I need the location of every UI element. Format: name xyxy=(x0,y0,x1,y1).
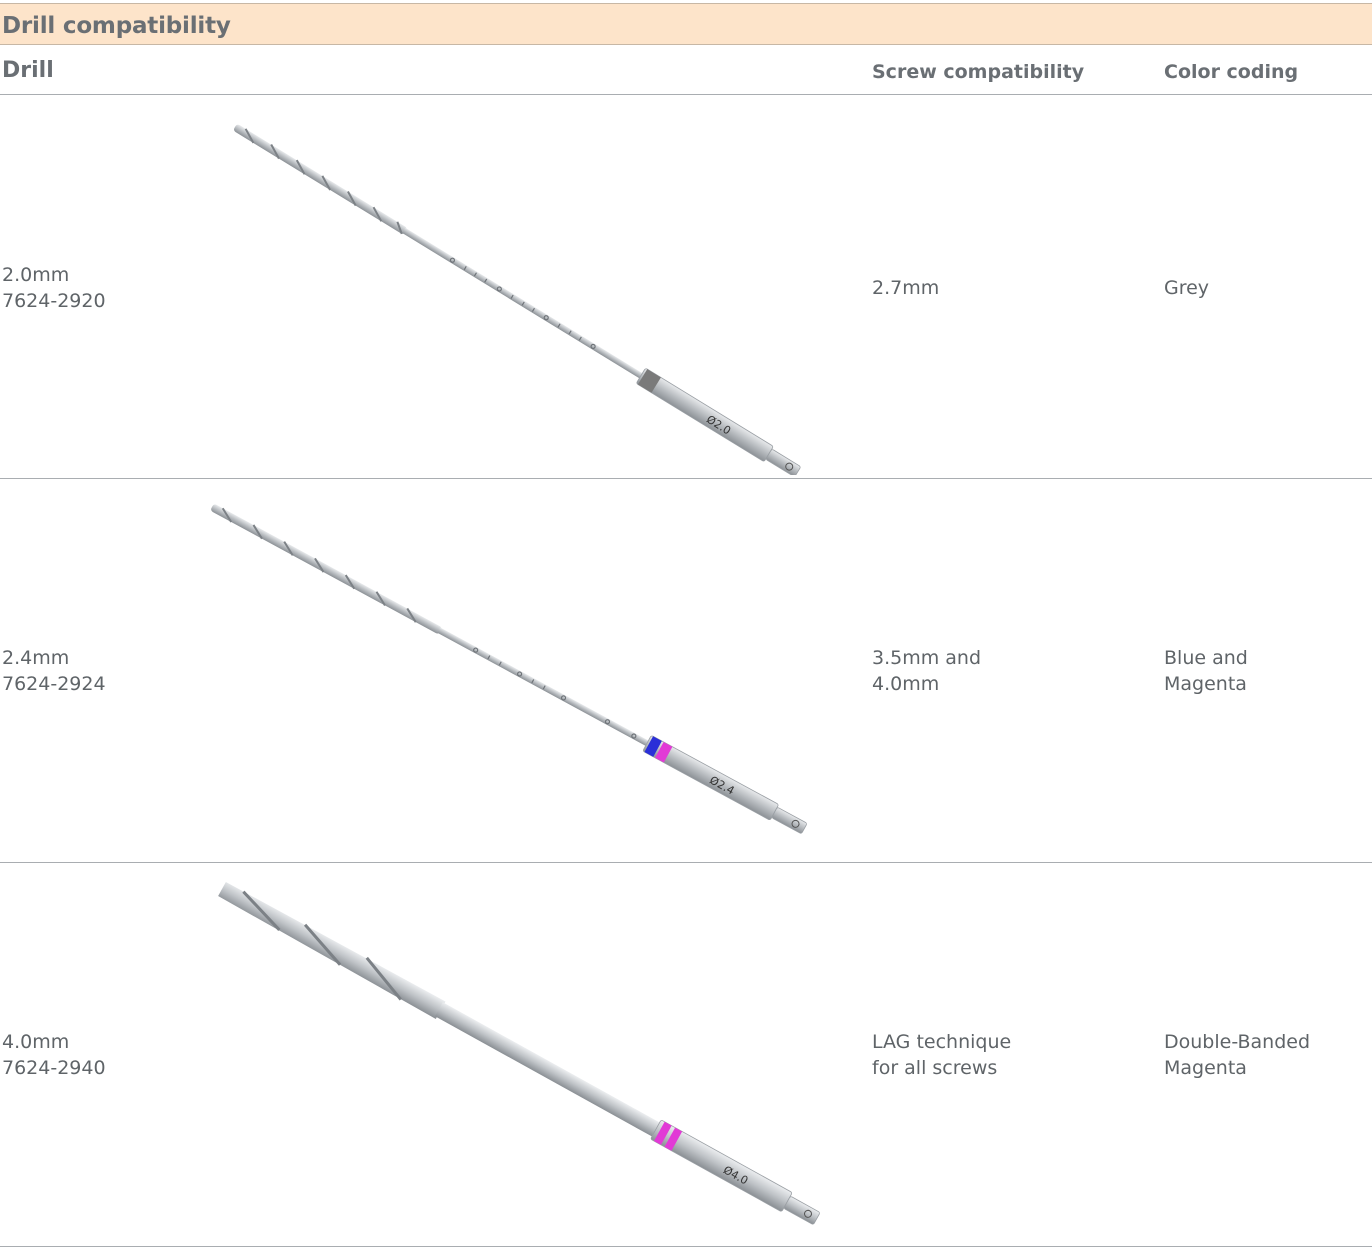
color-cell: Double-Banded Magenta xyxy=(1164,1031,1311,1079)
table-header: Drill Screw compatibility Color coding xyxy=(0,46,1372,95)
section-title-bar: Drill compatibility xyxy=(0,3,1372,45)
screw-cell: 2.7mm xyxy=(872,277,940,299)
column-header-screw: Screw compatibility xyxy=(872,61,1085,83)
table-row: Ø2.4 2.4mm 7624-2924 3.5mm and 4.0mm Blu… xyxy=(0,479,1372,863)
table-row: Ø2.0 2.0mm 7624-2920 2.7mm Grey xyxy=(0,95,1372,479)
drill-image-2-4: Ø2.4 xyxy=(211,504,807,834)
color-cell: Blue and Magenta xyxy=(1164,647,1248,695)
drill-image-2-0: Ø2.0 xyxy=(234,124,801,475)
screw-cell: LAG technique for all screws xyxy=(872,1031,1012,1079)
screw-cell: 3.5mm and 4.0mm xyxy=(872,647,982,695)
drill-size-cell: 4.0mm 7624-2940 xyxy=(2,1031,106,1079)
drill-image-4-0: Ø4.0 xyxy=(218,882,820,1225)
column-header-drill: Drill xyxy=(2,58,54,83)
column-header-color: Color coding xyxy=(1164,61,1299,83)
color-cell: Grey xyxy=(1164,277,1210,299)
section-title: Drill compatibility xyxy=(2,13,231,39)
drill-size-cell: 2.0mm 7624-2920 xyxy=(2,264,106,312)
drill-size-cell: 2.4mm 7624-2924 xyxy=(2,647,106,695)
table-row: Ø4.0 4.0mm 7624-2940 LAG technique for a… xyxy=(0,863,1372,1247)
